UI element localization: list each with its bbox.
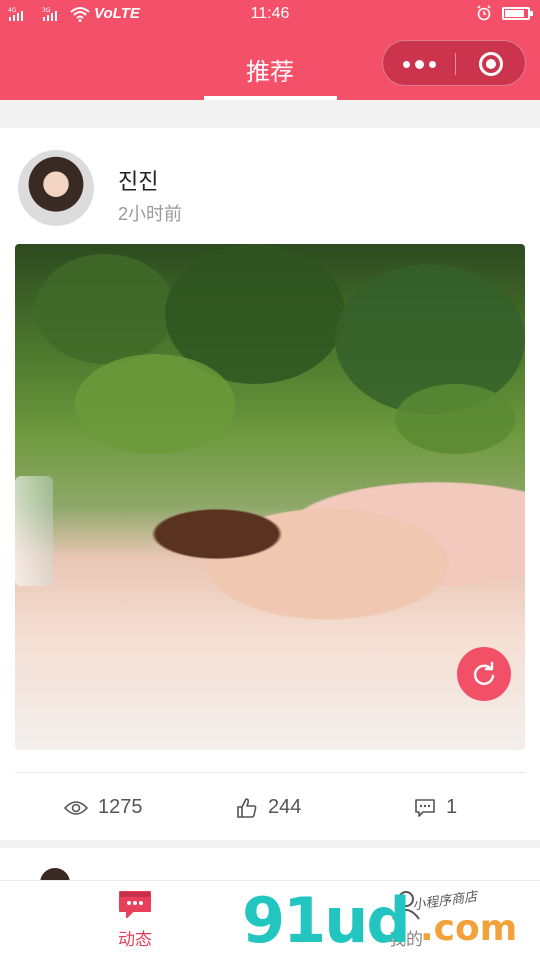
- watermark-logo: 91ud .com 小程序商店: [242, 884, 517, 957]
- chat-bubble-icon: [119, 891, 151, 918]
- like-button[interactable]: 244: [236, 796, 301, 819]
- more-dots-icon[interactable]: [383, 41, 455, 87]
- comment-icon: [415, 798, 435, 817]
- post-time: 2小时前: [118, 204, 183, 224]
- alarm-icon: [477, 5, 491, 21]
- avatar[interactable]: [18, 150, 94, 226]
- close-target-icon[interactable]: [479, 52, 503, 76]
- tab-feed-label: 动态: [118, 930, 152, 949]
- battery-icon: [502, 6, 533, 20]
- tab-feed[interactable]: 动态: [95, 889, 175, 950]
- active-tab-indicator: [204, 96, 337, 100]
- status-right: [476, 5, 533, 21]
- post-username[interactable]: 진진: [118, 164, 158, 196]
- app-header: 4G 3G VoLTE 11:46 推荐: [0, 0, 540, 100]
- refresh-button[interactable]: [457, 647, 511, 701]
- watermark-domain: .com: [420, 908, 518, 949]
- likes-count: 244: [268, 796, 302, 818]
- capsule-divider: [455, 53, 456, 75]
- refresh-icon: [473, 661, 495, 685]
- status-time: 11:46: [250, 5, 290, 22]
- comment-button[interactable]: 1: [414, 796, 457, 819]
- status-bar: 4G 3G VoLTE 11:46: [0, 0, 540, 30]
- glass-bottle: [15, 476, 53, 586]
- eye-icon: [64, 800, 88, 815]
- miniprogram-capsule: [382, 40, 526, 86]
- views-stat: 1275: [64, 796, 143, 819]
- photo-subject: [85, 454, 525, 654]
- post-photo[interactable]: [15, 244, 525, 750]
- thumbs-up-icon: [237, 797, 257, 818]
- post-card[interactable]: 진진 2小时前 1275 244 1: [0, 128, 540, 840]
- stats-divider: [15, 772, 525, 773]
- post-stats: 1275 244 1: [0, 788, 540, 832]
- watermark-main: 91ud: [242, 884, 411, 957]
- comments-count: 1: [446, 796, 458, 818]
- views-count: 1275: [98, 796, 143, 818]
